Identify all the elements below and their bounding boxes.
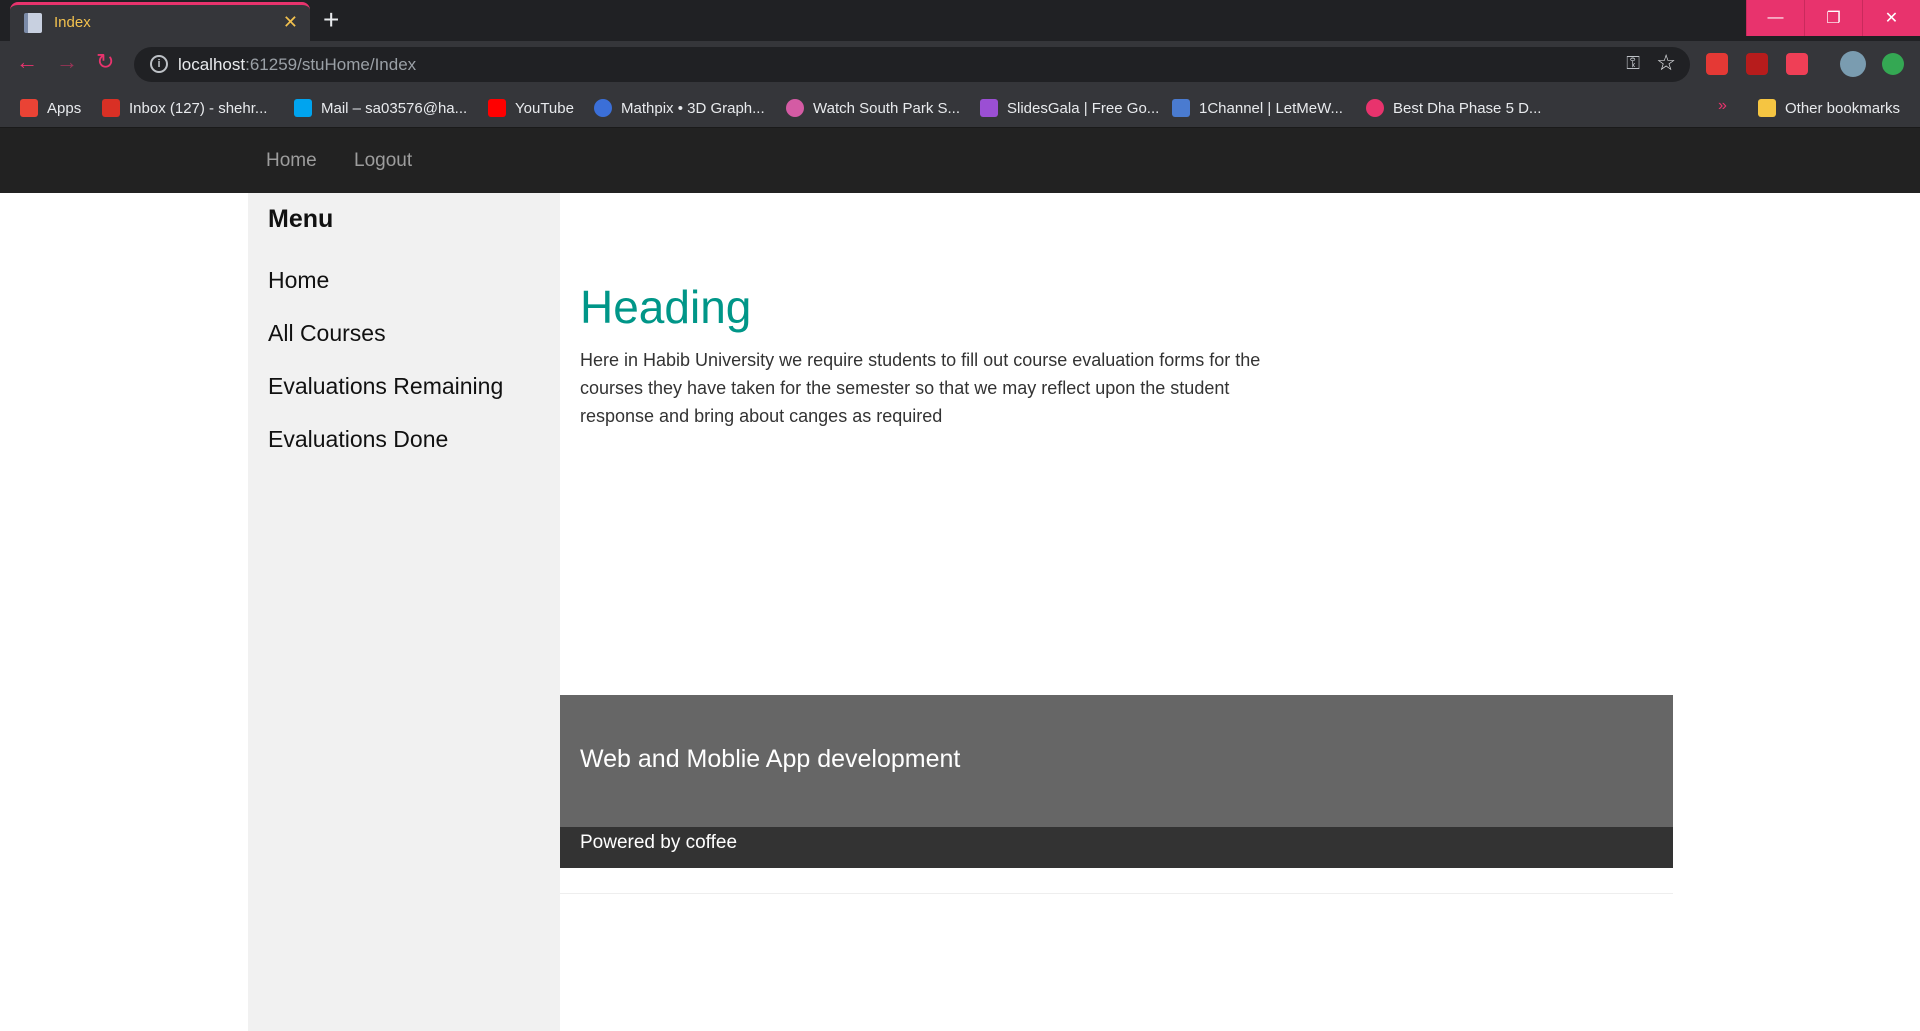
bookmark-label: Mathpix • 3D Graph...: [621, 99, 765, 117]
page-heading: Heading: [580, 281, 752, 333]
bookmark-label: SlidesGala | Free Go...: [1007, 99, 1160, 117]
bookmark-star-icon[interactable]: ☆: [1656, 50, 1676, 76]
restore-button[interactable]: ❐: [1804, 0, 1862, 36]
sidebar-item-evaluations-remaining[interactable]: Evaluations Remaining: [268, 373, 503, 400]
window-controls: — ❐ ✕: [1746, 0, 1920, 36]
bookmark-south-park[interactable]: Watch South Park S...: [786, 88, 960, 128]
bookmarks-bar: Apps Inbox (127) - shehr... Mail – sa035…: [0, 88, 1920, 128]
profile-avatar-icon[interactable]: [1840, 51, 1866, 77]
checkbox-icon: [980, 99, 998, 117]
microsoft-icon: [294, 99, 312, 117]
close-window-button[interactable]: ✕: [1862, 0, 1920, 36]
key-icon[interactable]: ⚿: [1626, 53, 1640, 74]
browser-toolbar: ← → ↻ i localhost:61259/stuHome/Index ⚿ …: [0, 41, 1920, 88]
apps-grid-icon: [20, 99, 38, 117]
bookmark-label: Best Dha Phase 5 D...: [1393, 99, 1542, 117]
film-icon: [1172, 99, 1190, 117]
close-tab-icon[interactable]: ✕: [283, 12, 298, 33]
new-tab-button[interactable]: +: [323, 4, 339, 36]
footer-bar: Powered by coffee: [560, 827, 1673, 868]
pdf-extension-icon[interactable]: [1746, 53, 1768, 75]
update-arrow-icon[interactable]: [1882, 53, 1904, 75]
forward-arrow-icon[interactable]: →: [56, 49, 78, 75]
bookmark-mathpix[interactable]: Mathpix • 3D Graph...: [594, 88, 765, 128]
pocket-extension-icon[interactable]: [1786, 53, 1808, 75]
minimize-button[interactable]: —: [1746, 0, 1804, 36]
reload-icon[interactable]: ↻: [96, 49, 114, 75]
site-info-icon[interactable]: i: [150, 55, 168, 73]
sidebar-item-home[interactable]: Home: [268, 267, 329, 294]
sidebar-item-all-courses[interactable]: All Courses: [268, 320, 386, 347]
gmail-icon: [102, 99, 120, 117]
bookmark-label: Inbox (127) - shehr...: [129, 99, 268, 117]
other-bookmarks[interactable]: Other bookmarks: [1758, 88, 1900, 128]
address-bar[interactable]: i localhost:61259/stuHome/Index ⚿ ☆: [134, 47, 1690, 82]
bookmark-label: Apps: [47, 99, 82, 117]
footer-banner: Web and Moblie App development: [560, 695, 1673, 827]
bookmark-label: Other bookmarks: [1785, 99, 1901, 117]
tab-title: Index: [54, 14, 91, 31]
play-icon: [786, 99, 804, 117]
back-arrow-icon[interactable]: ←: [16, 49, 38, 75]
bookmark-apps[interactable]: Apps: [20, 88, 81, 128]
url-host: localhost: [178, 55, 246, 74]
browser-tab-index[interactable]: Index ✕: [10, 2, 310, 41]
folder-icon: [1758, 99, 1776, 117]
footer-title: Web and Moblie App development: [580, 745, 961, 773]
bookmark-1channel[interactable]: 1Channel | LetMeW...: [1172, 88, 1343, 128]
site-navbar: Home Logout: [0, 128, 1920, 193]
bookmark-label: Mail – sa03576@ha...: [321, 99, 468, 117]
red-shield-extension-icon[interactable]: [1706, 53, 1728, 75]
bookmark-label: 1Channel | LetMeW...: [1199, 99, 1343, 117]
panda-icon: [1366, 99, 1384, 117]
bookmark-label: Watch South Park S...: [813, 99, 961, 117]
bookmark-label: YouTube: [515, 99, 574, 117]
divider: [560, 893, 1673, 894]
sidebar: Menu Home All Courses Evaluations Remain…: [248, 193, 560, 1031]
browser-tab-strip: Index ✕ + — ❐ ✕: [0, 0, 1920, 41]
bookmarks-overflow-icon[interactable]: »: [1718, 97, 1727, 115]
document-icon: [24, 13, 42, 33]
intro-paragraph: Here in Habib University we require stud…: [580, 350, 1261, 426]
bookmark-youtube[interactable]: YouTube: [488, 88, 574, 128]
url-text[interactable]: localhost:61259/stuHome/Index: [178, 55, 416, 75]
bookmark-dha-phase[interactable]: Best Dha Phase 5 D...: [1366, 88, 1541, 128]
footer-powered-by: Powered by coffee: [580, 832, 738, 853]
nav-link-home[interactable]: Home: [266, 150, 317, 172]
sidebar-title: Menu: [268, 205, 334, 233]
sidebar-item-evaluations-done[interactable]: Evaluations Done: [268, 426, 448, 453]
mathpix-icon: [594, 99, 612, 117]
bookmark-mail[interactable]: Mail – sa03576@ha...: [294, 88, 467, 128]
youtube-icon: [488, 99, 506, 117]
bookmark-slidesgala[interactable]: SlidesGala | Free Go...: [980, 88, 1159, 128]
nav-link-logout[interactable]: Logout: [354, 150, 412, 172]
bookmark-inbox[interactable]: Inbox (127) - shehr...: [102, 88, 267, 128]
url-path: :61259/stuHome/Index: [245, 55, 417, 74]
